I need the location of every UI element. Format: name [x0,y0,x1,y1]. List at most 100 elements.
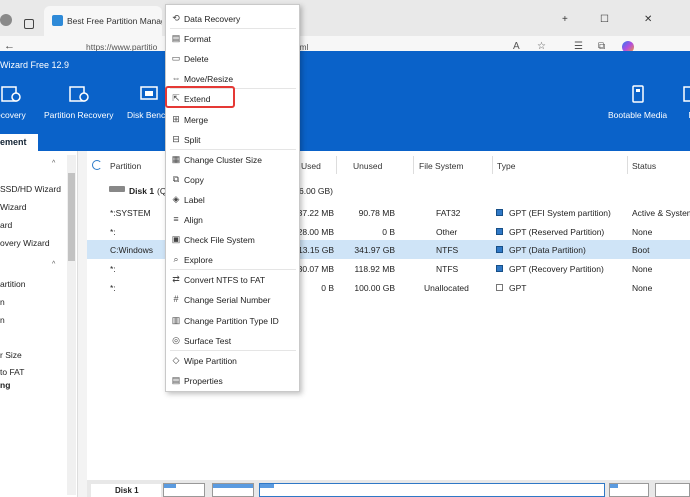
disk-benchmark-button[interactable]: Disk Bench [127,84,170,120]
file-system-cell: NTFS [436,264,459,274]
menu-item-label: Explore [184,255,213,266]
bootable-media-button[interactable]: Bootable Media [608,84,667,120]
file-system-cell: FAT32 [436,208,461,218]
move-resize-icon: ⇔ [171,73,181,84]
file-system-cell: NTFS [436,245,459,255]
menu-item-label: Convert NTFS to FAT [184,275,266,286]
app-header: Wizard Free 12.9 ecovery Partition Recov… [0,51,690,134]
convert-icon: ⇄ [172,274,180,285]
disk-map-segment[interactable] [163,483,205,497]
disk-benchmark-label: Disk Bench [127,110,170,120]
column-header-type[interactable]: Type [497,161,515,171]
menu-item-label: Wipe Partition [184,355,237,366]
column-header-partition[interactable]: Partition [110,161,141,171]
menu-item-align[interactable]: ≡ Align [166,210,299,230]
tab-title: Best Free Partition Manager fo [67,16,162,26]
align-icon: ≡ [173,214,179,224]
menu-item-wipe-partition[interactable]: ◇ Wipe Partition [166,351,299,371]
sidebar-item-wizard[interactable]: Wizard [0,202,26,212]
menu-item-explore[interactable]: ⌕ Explore [166,250,299,270]
menu-item-split[interactable]: ⊟ Split [166,130,299,150]
recovery-icon [1,86,21,102]
more-tool-icon [683,86,690,102]
bootable-media-icon [631,85,644,103]
context-menu: ⟲ Data Recovery ▤ Format ▭ Delete ⇔ Move/Resize… [165,4,300,392]
sidebar-item-op-2[interactable]: n [0,315,5,325]
sidebar-item-recovery-wizard[interactable]: overy Wizard [0,238,50,248]
menu-item-surface-test[interactable]: ◎ Surface Test [166,331,299,351]
menu-item-properties[interactable]: ▤ Properties [166,371,299,391]
disk-icon [109,186,125,192]
maximize-button[interactable]: ☐ [600,14,609,25]
disk-map-usage [610,484,618,488]
menu-item-change-serial-number[interactable]: # Change Serial Number [166,290,299,310]
more-tool-button[interactable]: M [681,84,690,120]
disk-map-label[interactable]: Disk 1 [91,484,161,497]
sidebar-item-wizard-2[interactable]: ard [0,220,12,230]
disk-benchmark-icon [139,86,158,100]
type-cell: GPT (EFI System partition) [509,208,611,218]
tab-partition-management-label: ement [0,137,27,147]
type-cell: GPT (Reserved Partition) [509,227,605,237]
menu-item-check-file-system[interactable]: ▣ Check File System [166,230,299,250]
partition-cell: *: [110,264,116,274]
refresh-icon[interactable] [92,160,102,170]
partition-recovery-button[interactable]: Partition Recovery [44,84,113,120]
tab-actions-icon[interactable] [24,19,34,29]
close-window-button[interactable]: ✕ [644,14,652,25]
collapse-caret-icon[interactable]: ^ [52,261,55,268]
sidebar-item-pending: ng [0,380,11,390]
disk-map-segment-selected[interactable] [259,483,605,497]
menu-item-change-cluster-size[interactable]: ▦ Change Cluster Size [166,150,299,170]
menu-item-label[interactable]: ◈ Label [166,190,299,210]
disk-map-segment[interactable] [212,483,254,497]
column-header-used[interactable]: Used [301,161,321,171]
file-system-cell: Unallocated [424,283,469,293]
menu-item-format[interactable]: ▤ Format [166,29,299,49]
recovery-label: ecovery [0,110,26,120]
check-fs-icon: ▣ [171,234,181,245]
menu-item-merge[interactable]: ⊞ Merge [166,110,299,130]
column-header-unused[interactable]: Unused [353,161,382,171]
disk-map-segment[interactable] [609,483,649,497]
sidebar-item-convert-fat[interactable]: to FAT [0,367,24,377]
menu-item-data-recovery[interactable]: ⟲ Data Recovery [166,9,299,29]
new-tab-button[interactable]: + [562,14,568,25]
split-icon: ⊟ [172,133,180,144]
partition-type-swatch-icon [496,228,503,235]
sidebar-scrollbar[interactable] [67,155,76,495]
sidebar-item-partition[interactable]: artition [0,279,26,289]
status-cell: None [632,283,653,293]
column-header-status[interactable]: Status [632,161,656,171]
menu-item-convert-ntfs-to-fat[interactable]: ⇄ Convert NTFS to FAT [166,270,299,290]
scrollbar-thumb[interactable] [68,173,75,261]
sidebar-item-cluster-size[interactable]: r Size [0,350,22,360]
browser-tab[interactable]: Best Free Partition Manager fo [44,6,162,36]
disk-map-usage [260,484,274,488]
tab-partition-management[interactable]: ement [0,134,38,151]
menu-item-copy[interactable]: ⧉ Copy [166,170,299,190]
delete-icon: ▭ [171,53,181,64]
partition-type-swatch-icon [496,209,503,216]
partition-type-swatch-icon [496,265,503,272]
menu-item-label: Delete [184,54,209,65]
sidebar-item-ssd-wizard[interactable]: SSD/HD Wizard [0,184,61,194]
partition-cell: *:SYSTEM [110,208,151,218]
surface-test-icon: ◎ [172,334,180,345]
disk-capacity: 6.00 GB) [299,186,334,196]
disk-label: Disk 1 [129,186,155,196]
unused-cell: 341.97 GB [354,245,395,255]
column-header-file-system[interactable]: File System [419,161,463,171]
profile-icon[interactable] [0,14,12,26]
menu-item-change-partition-type-id[interactable]: ▥ Change Partition Type ID [166,311,299,331]
favicon-icon [52,15,63,26]
menu-item-label: Change Serial Number [184,295,271,306]
disk-map-segment[interactable] [655,483,690,497]
sidebar-item-op-1[interactable]: n [0,297,5,307]
recovery-tool-button[interactable]: ecovery [0,84,26,120]
merge-icon: ⊞ [172,113,180,124]
disk-map-usage [164,484,176,488]
collapse-caret-icon[interactable]: ^ [52,160,55,167]
properties-icon: ▤ [171,374,181,385]
menu-item-delete[interactable]: ▭ Delete [166,49,299,69]
